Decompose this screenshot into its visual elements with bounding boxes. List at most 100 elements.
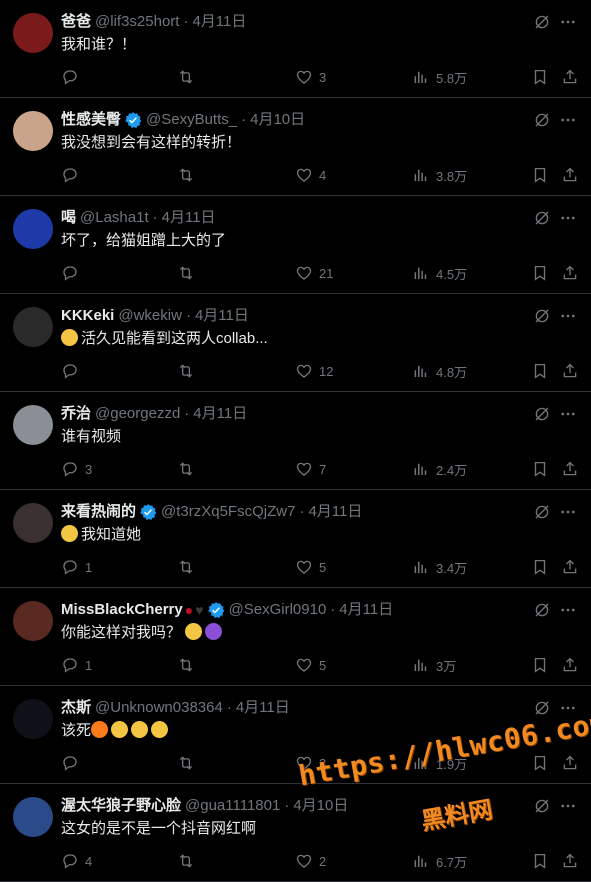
share-button[interactable] — [561, 263, 579, 283]
avatar[interactable] — [13, 797, 53, 837]
grok-icon[interactable] — [533, 797, 551, 815]
more-options-icon[interactable] — [559, 307, 577, 325]
share-button[interactable] — [561, 459, 579, 479]
views-button[interactable]: 6.7万 — [412, 851, 467, 871]
avatar[interactable] — [13, 111, 53, 151]
display-name[interactable]: KKKeki — [61, 306, 114, 326]
display-name[interactable]: MissBlackCherry — [61, 600, 183, 620]
retweet-button[interactable] — [177, 263, 195, 283]
grok-icon[interactable] — [533, 307, 551, 325]
more-options-icon[interactable] — [559, 503, 577, 521]
retweet-button[interactable] — [177, 459, 195, 479]
bookmark-button[interactable] — [531, 263, 549, 283]
tweet-date[interactable]: 4月11日 — [193, 404, 247, 424]
user-handle[interactable]: @Unknown038364 — [95, 698, 223, 718]
views-button[interactable]: 4.8万 — [412, 361, 467, 381]
display-name[interactable]: 性感美臀 — [61, 110, 121, 130]
reply-button[interactable] — [61, 67, 85, 87]
avatar[interactable] — [13, 699, 53, 739]
reply-button[interactable] — [61, 753, 85, 773]
retweet-button[interactable] — [177, 165, 195, 185]
views-button[interactable]: 4.5万 — [412, 263, 467, 283]
bookmark-button[interactable] — [531, 557, 549, 577]
user-handle[interactable]: @SexGirl0910 — [229, 600, 327, 620]
like-button[interactable]: 21 — [295, 263, 333, 283]
avatar[interactable] — [13, 601, 53, 641]
views-button[interactable]: 3.4万 — [412, 557, 467, 577]
display-name[interactable]: 来看热闹的 — [61, 502, 136, 522]
bookmark-button[interactable] — [531, 655, 549, 675]
avatar[interactable] — [13, 405, 53, 445]
avatar[interactable] — [13, 13, 53, 53]
user-handle[interactable]: @SexyButts_ — [146, 110, 237, 130]
reply-button[interactable] — [61, 361, 85, 381]
tweet-date[interactable]: 4月10日 — [250, 110, 305, 130]
display-name[interactable]: 乔治 — [61, 404, 91, 424]
share-button[interactable] — [561, 753, 579, 773]
tweet-date[interactable]: 4月11日 — [339, 600, 393, 620]
display-name[interactable]: 杰斯 — [61, 698, 91, 718]
bookmark-button[interactable] — [531, 753, 549, 773]
like-button[interactable]: 5 — [295, 655, 326, 675]
grok-icon[interactable] — [533, 503, 551, 521]
retweet-button[interactable] — [177, 655, 195, 675]
display-name[interactable]: 爸爸 — [61, 12, 91, 32]
more-options-icon[interactable] — [559, 209, 577, 227]
tweet[interactable]: 渥太华狼子野心脸 @gua1111801 · 4月10日 这女的是不是一个抖音网红啊 4 2… — [0, 784, 591, 882]
tweet[interactable]: 乔治 @georgezzd · 4月11日 谁有视频 3 7 2.4万 — [0, 392, 591, 490]
bookmark-button[interactable] — [531, 361, 549, 381]
bookmark-button[interactable] — [531, 851, 549, 871]
avatar[interactable] — [13, 503, 53, 543]
user-handle[interactable]: @Lasha1t — [80, 208, 149, 228]
retweet-button[interactable] — [177, 361, 195, 381]
more-options-icon[interactable] — [559, 111, 577, 129]
share-button[interactable] — [561, 165, 579, 185]
views-button[interactable]: 2.4万 — [412, 459, 467, 479]
grok-icon[interactable] — [533, 601, 551, 619]
reply-button[interactable]: 4 — [61, 851, 92, 871]
grok-icon[interactable] — [533, 209, 551, 227]
like-button[interactable]: 7 — [295, 459, 326, 479]
like-button[interactable]: 2 — [295, 851, 326, 871]
grok-icon[interactable] — [533, 111, 551, 129]
tweet-date[interactable]: 4月10日 — [293, 796, 348, 816]
share-button[interactable] — [561, 557, 579, 577]
tweet[interactable]: 来看热闹的 @t3rzXq5FscQjZw7 · 4月11日 我知道她 1 5 3.4万 — [0, 490, 591, 588]
tweet-date[interactable]: 4月11日 — [308, 502, 362, 522]
like-button[interactable]: 12 — [295, 361, 333, 381]
retweet-button[interactable] — [177, 67, 195, 87]
user-handle[interactable]: @georgezzd — [95, 404, 180, 424]
reply-button[interactable]: 3 — [61, 459, 92, 479]
tweet-date[interactable]: 4月11日 — [195, 306, 249, 326]
more-options-icon[interactable] — [559, 601, 577, 619]
grok-icon[interactable] — [533, 699, 551, 717]
like-button[interactable]: 4 — [295, 165, 326, 185]
grok-icon[interactable] — [533, 13, 551, 31]
reply-button[interactable] — [61, 165, 85, 185]
tweet[interactable]: 喝 @Lasha1t · 4月11日 坏了，给猫姐蹭上大的了 21 4.5万 — [0, 196, 591, 294]
display-name[interactable]: 渥太华狼子野心脸 — [61, 796, 181, 816]
retweet-button[interactable] — [177, 557, 195, 577]
bookmark-button[interactable] — [531, 459, 549, 479]
bookmark-button[interactable] — [531, 165, 549, 185]
like-button[interactable]: 5 — [295, 557, 326, 577]
tweet[interactable]: MissBlackCherry ● ♥ @SexGirl0910 · 4月11日 你能这样对… — [0, 588, 591, 686]
grok-icon[interactable] — [533, 405, 551, 423]
tweet-date[interactable]: 4月11日 — [192, 12, 246, 32]
avatar[interactable] — [13, 307, 53, 347]
reply-button[interactable]: 1 — [61, 557, 92, 577]
share-button[interactable] — [561, 361, 579, 381]
reply-button[interactable] — [61, 263, 85, 283]
views-button[interactable]: 5.8万 — [412, 67, 467, 87]
tweet-date[interactable]: 4月11日 — [162, 208, 216, 228]
tweet[interactable]: 爸爸 @lif3s25hort · 4月11日 我和谁？！ 3 5.8万 — [0, 0, 591, 98]
avatar[interactable] — [13, 209, 53, 249]
views-button[interactable]: 3.8万 — [412, 165, 467, 185]
tweet-date[interactable]: 4月11日 — [236, 698, 290, 718]
user-handle[interactable]: @wkekiw — [118, 306, 182, 326]
user-handle[interactable]: @lif3s25hort — [95, 12, 179, 32]
tweet[interactable]: KKKeki @wkekiw · 4月11日 活久见能看到这两人collab... 12 4… — [0, 294, 591, 392]
user-handle[interactable]: @gua1111801 — [185, 796, 280, 816]
user-handle[interactable]: @t3rzXq5FscQjZw7 — [161, 502, 295, 522]
share-button[interactable] — [561, 851, 579, 871]
